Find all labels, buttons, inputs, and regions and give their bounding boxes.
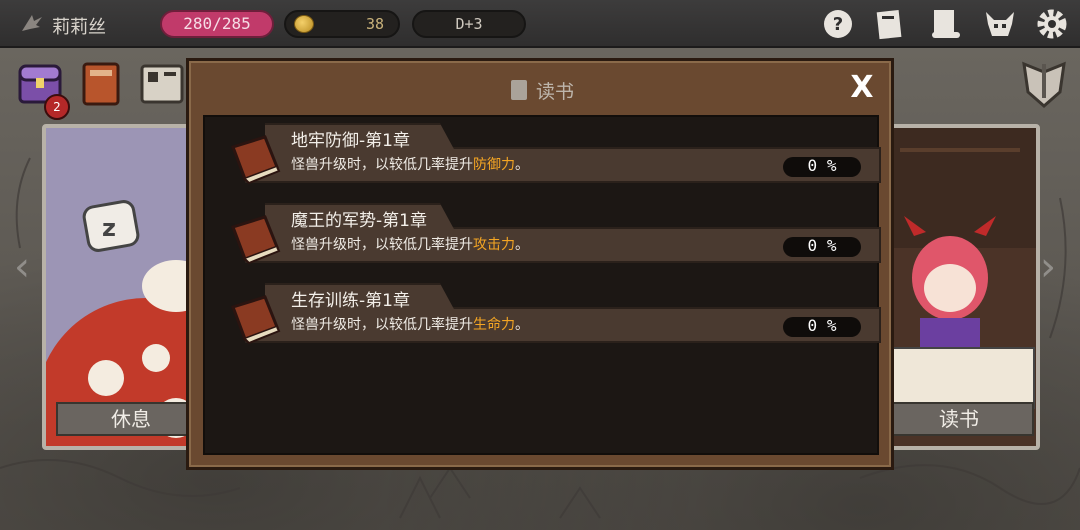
stat-highlight: 防御力 (473, 157, 515, 173)
card-icon[interactable] (872, 6, 908, 42)
gold-value: 38 (365, 15, 384, 33)
book-name: 地牢防御-第1章 (291, 131, 410, 151)
modal-title-text: 读书 (535, 81, 574, 103)
blueprint-icon[interactable] (136, 58, 188, 110)
progress-value: 0 % (783, 237, 861, 257)
rest-scene-card[interactable]: z 休息 (42, 124, 202, 450)
gold-display: 38 (284, 10, 400, 38)
scroll-icon[interactable] (928, 6, 964, 42)
gear-icon[interactable] (1034, 6, 1070, 42)
book-name: 生存训练-第1章 (291, 291, 410, 311)
demon-helmet-icon[interactable] (982, 6, 1018, 42)
book-list: 地牢防御-第1章 怪兽升级时，以较低几率提升防御力。 0 % 魔王的军势-第1章… (203, 115, 881, 455)
close-button[interactable]: X (845, 71, 879, 105)
spellbook-icon[interactable] (76, 58, 128, 110)
reading-modal: 读书 X 地牢防御-第1章 怪兽升级时，以较低几率提升防御力。 0 % 魔王的军… (186, 58, 894, 470)
svg-text:z: z (102, 214, 116, 242)
svg-text:?: ? (833, 14, 843, 35)
book-description: 怪兽升级时，以较低几率提升防御力。 (291, 157, 529, 173)
book-row-survival[interactable]: 生存训练-第1章 怪兽升级时，以较低几率提升生命力。 0 % (225, 283, 885, 353)
read-label: 读书 (884, 402, 1034, 436)
stat-highlight: 攻击力 (473, 237, 515, 253)
read-scene-card[interactable]: 读书 (876, 124, 1040, 450)
book-name: 魔王的军势-第1章 (291, 211, 427, 231)
stat-highlight: 生命力 (473, 317, 515, 333)
book-row-army[interactable]: 魔王的军势-第1章 怪兽升级时，以较低几率提升攻击力。 0 % (225, 203, 885, 273)
book-icon (231, 215, 281, 265)
coin-icon (294, 15, 314, 33)
prev-arrow-icon[interactable]: ‹ (14, 244, 30, 290)
book-description: 怪兽升级时，以较低几率提升生命力。 (291, 317, 529, 333)
modal-title: 读书 (189, 77, 891, 104)
player-name: 莉莉丝 (52, 17, 106, 38)
help-icon[interactable]: ? (820, 6, 856, 42)
book-icon (231, 295, 281, 345)
day-display: D+3 (412, 10, 526, 38)
book-row-defense[interactable]: 地牢防御-第1章 怪兽升级时，以较低几率提升防御力。 0 % (225, 123, 885, 193)
book-description: 怪兽升级时，以较低几率提升攻击力。 (291, 237, 529, 253)
top-bar: 莉莉丝 280/285 38 D+3 ? (0, 0, 1080, 48)
progress-value: 0 % (783, 317, 861, 337)
next-arrow-icon[interactable]: › (1040, 244, 1056, 290)
book-icon (231, 135, 281, 185)
chest-badge: 2 (44, 94, 70, 120)
hp-display: 280/285 (160, 10, 274, 38)
progress-value: 0 % (783, 157, 861, 177)
shield-sword-icon[interactable] (1018, 58, 1070, 110)
rest-label: 休息 (56, 402, 198, 436)
modal-header: 读书 X (189, 61, 891, 113)
wing-icon (22, 15, 42, 31)
